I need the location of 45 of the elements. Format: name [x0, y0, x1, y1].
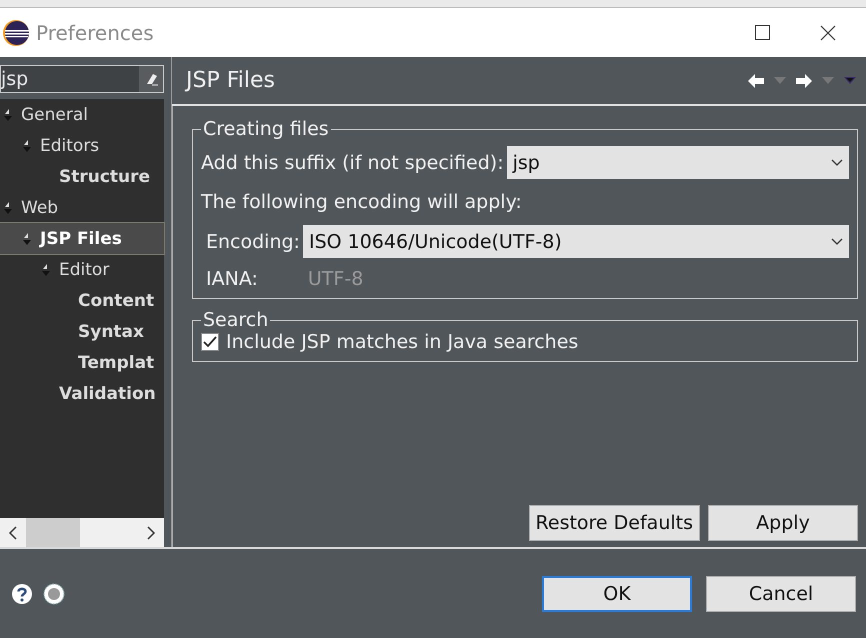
page-title: JSP Files — [186, 68, 275, 93]
dropdown[interactable]: ISO 10646/Unicode(UTF-8) — [302, 225, 849, 258]
record-icon[interactable] — [43, 582, 65, 604]
tree-item[interactable]: Editors — [0, 130, 164, 161]
chevron-down-icon — [831, 158, 843, 166]
back-arrow-icon[interactable] — [748, 74, 764, 88]
expanded-arrow-icon[interactable] — [2, 200, 14, 214]
maximize-icon[interactable] — [755, 25, 770, 40]
checkbox[interactable] — [201, 333, 219, 351]
expanded-arrow-icon[interactable] — [21, 232, 33, 246]
help-icon[interactable] — [11, 582, 33, 604]
tree-item[interactable]: General — [0, 99, 164, 130]
expanded-arrow-icon[interactable] — [2, 108, 14, 122]
page-button[interactable]: Apply — [708, 505, 858, 541]
page-button[interactable]: Restore Defaults — [528, 505, 700, 541]
field-label: IANA: — [206, 268, 258, 290]
dialog-button[interactable]: OK — [542, 576, 692, 612]
tree-item[interactable]: Web — [0, 192, 164, 223]
field-label: Add this suffix (if not specified): — [201, 152, 504, 174]
menu-caret-icon[interactable] — [844, 77, 856, 84]
checkbox-option[interactable]: Include JSP matches in Java searches — [201, 331, 849, 353]
forward-arrow-icon[interactable] — [796, 74, 812, 88]
tree-item[interactable]: Editor — [0, 254, 164, 285]
field-label: Encoding: — [206, 230, 300, 252]
tree-item[interactable]: Structure — [0, 161, 164, 192]
dialog-button[interactable]: Cancel — [706, 576, 856, 612]
tree-item[interactable]: Templat — [0, 347, 164, 378]
tree-item[interactable]: Validation — [0, 378, 164, 409]
clear-icon[interactable] — [144, 72, 158, 86]
tree-item[interactable]: Syntax — [0, 316, 164, 347]
group-title: Search — [202, 309, 270, 331]
tree-item[interactable]: JSP Files — [0, 223, 164, 254]
description-text: The following encoding will apply: — [201, 191, 522, 213]
expanded-arrow-icon[interactable] — [21, 138, 33, 152]
filter-field[interactable]: jsp — [0, 65, 164, 93]
group-title: Creating files — [202, 118, 330, 140]
tree-item[interactable]: Content — [0, 285, 164, 316]
chevron-down-icon — [831, 238, 843, 246]
dropdown[interactable]: jsp — [506, 146, 849, 179]
window-title: Preferences — [36, 20, 154, 44]
field-value: UTF-8 — [308, 268, 364, 290]
checkmark-icon — [203, 336, 217, 348]
close-icon[interactable] — [820, 24, 836, 40]
horizontal-scrollbar[interactable] — [0, 518, 164, 547]
expanded-arrow-icon[interactable] — [40, 262, 52, 276]
